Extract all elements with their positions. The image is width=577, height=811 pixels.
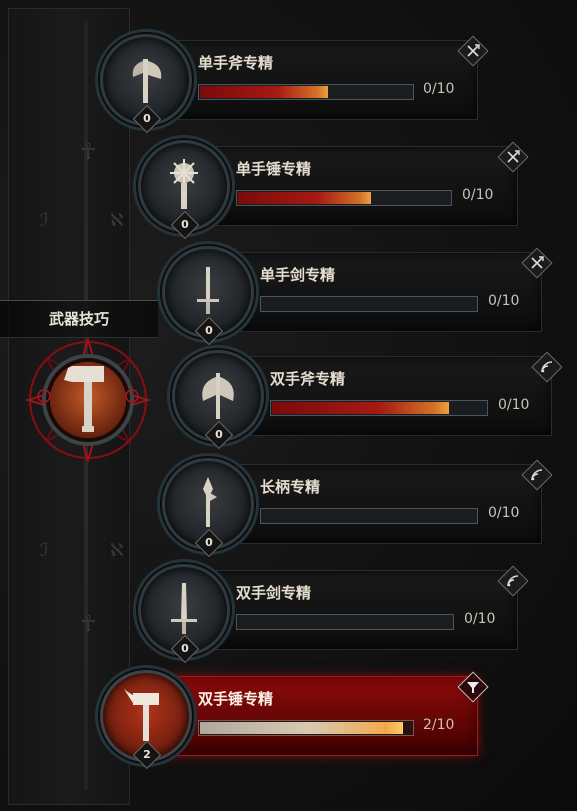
warhammer-icon <box>123 687 159 741</box>
progress-text: 2/10 <box>423 717 455 733</box>
axe-icon <box>132 59 162 103</box>
progress-track <box>198 720 414 736</box>
skill-name: 双手锤专精 <box>198 690 274 708</box>
rune-decoration-icon: ℵ <box>110 210 124 231</box>
progress-text: 0/10 <box>464 611 496 627</box>
progress-fill <box>200 86 329 98</box>
progress-text: 0/10 <box>498 397 530 413</box>
progress-fill <box>238 192 371 204</box>
rune-decoration-icon: ℐ <box>40 210 49 231</box>
skill-name: 长柄专精 <box>260 478 321 496</box>
progress-text: 0/10 <box>488 505 520 521</box>
greatsword-icon <box>171 583 197 634</box>
progress-track <box>260 508 478 524</box>
progress-track <box>236 190 452 206</box>
rune-decoration-icon: ☥ <box>80 612 97 637</box>
progress-track <box>270 400 488 416</box>
skill-node-mace[interactable]: 0 <box>138 140 230 240</box>
progress-fill <box>200 722 404 734</box>
skill-node-sword[interactable]: 0 <box>162 246 254 346</box>
rune-decoration-icon: ☥ <box>80 140 97 165</box>
progress-track <box>260 296 478 312</box>
progress-fill <box>272 402 450 414</box>
mace-icon <box>170 159 198 209</box>
skill-node-polearm[interactable]: 0 <box>162 458 254 558</box>
skill-node-warhammer[interactable]: 2 <box>100 670 192 770</box>
skill-node-battle-axe[interactable]: 0 <box>172 350 264 450</box>
battle-axe-icon <box>202 373 234 419</box>
progress-text: 0/10 <box>423 81 455 97</box>
skill-name: 单手锤专精 <box>236 160 312 178</box>
branch-title: 武器技巧 <box>0 300 158 338</box>
rune-decoration-icon: ℵ <box>110 540 124 561</box>
progress-text: 0/10 <box>488 293 520 309</box>
skill-name: 双手斧专精 <box>270 370 346 388</box>
branch-emblem-hammer-icon[interactable] <box>24 336 152 464</box>
skill-node-axe[interactable]: 0 <box>100 34 192 134</box>
skill-row-one-hand-mace[interactable]: 0 单手锤专精 0/10 <box>138 140 529 240</box>
progress-track <box>198 84 414 100</box>
skill-name: 双手剑专精 <box>236 584 312 602</box>
sword-icon <box>197 267 219 314</box>
polearm-icon <box>203 477 217 527</box>
rune-decoration-icon: ℐ <box>40 540 49 561</box>
skill-row-one-hand-axe[interactable]: 0 单手斧专精 0/10 <box>100 34 489 134</box>
skill-row-two-hand-axe[interactable]: 0 双手斧专精 0/10 <box>172 350 563 450</box>
skill-name: 单手剑专精 <box>260 266 336 284</box>
skill-node-greatsword[interactable]: 0 <box>138 564 230 664</box>
progress-track <box>236 614 454 630</box>
skill-row-two-hand-mace[interactable]: 2 双手锤专精 2/10 <box>100 670 489 770</box>
skill-row-two-hand-sword[interactable]: 0 双手剑专精 0/10 <box>138 564 529 664</box>
skill-row-polearm[interactable]: 0 长柄专精 0/10 <box>162 458 553 558</box>
skill-row-one-hand-sword[interactable]: 0 单手剑专精 0/10 <box>162 246 553 346</box>
skill-name: 单手斧专精 <box>198 54 274 72</box>
progress-text: 0/10 <box>462 187 494 203</box>
